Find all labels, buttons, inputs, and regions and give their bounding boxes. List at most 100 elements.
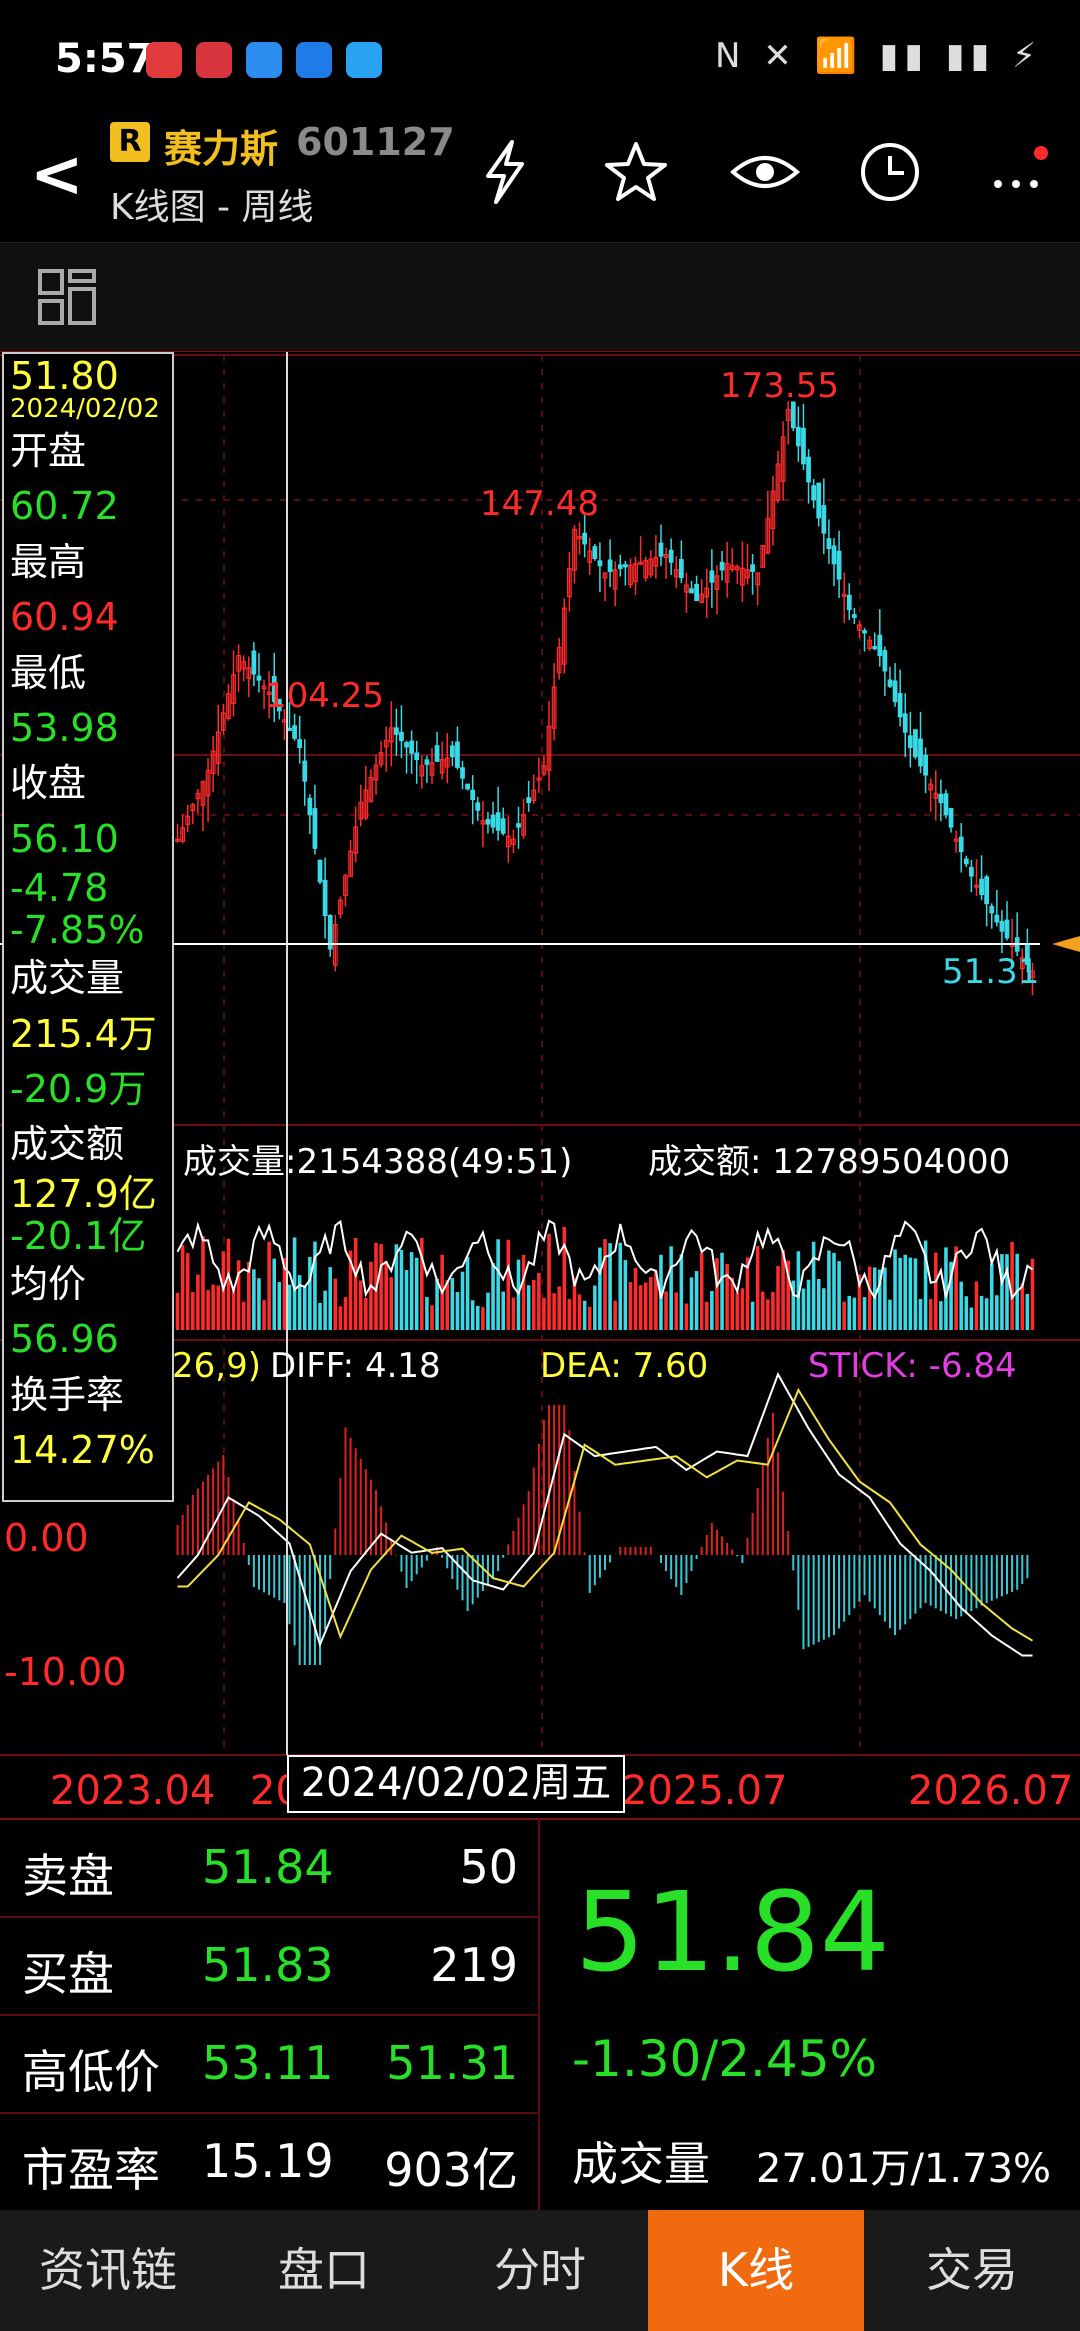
r-badge: R	[110, 122, 150, 162]
volume-bar	[547, 1233, 551, 1330]
app-icon-5	[346, 42, 382, 78]
volume-bar	[689, 1277, 694, 1330]
volume-bar	[766, 1299, 770, 1330]
volume-bar	[995, 1295, 999, 1330]
volume-bar	[674, 1292, 679, 1330]
volume-bar	[903, 1254, 908, 1330]
clock-icon[interactable]	[858, 140, 922, 217]
volume-bar	[669, 1246, 673, 1330]
tab-order-book[interactable]: 盘口	[216, 2210, 432, 2331]
volume-bar	[771, 1291, 775, 1330]
info-open: 60.72	[10, 484, 119, 529]
candle	[393, 727, 399, 735]
candle	[750, 564, 755, 572]
candle	[312, 808, 318, 849]
volume-bar	[226, 1238, 231, 1330]
volume-bar	[506, 1239, 511, 1330]
candle	[485, 818, 491, 825]
app-icon-4	[296, 42, 332, 78]
candle	[897, 693, 903, 718]
info-date: 2024/02/02	[10, 394, 160, 424]
info-amount-label: 成交额	[10, 1122, 125, 1167]
candle	[826, 538, 832, 549]
candle	[470, 789, 476, 801]
pe-label: 市盈率	[22, 2143, 160, 2197]
sell-row[interactable]: 卖盘 51.84 50	[0, 1820, 540, 1918]
candle	[801, 427, 806, 465]
chart-subtitle[interactable]: K线图 - 周线	[110, 178, 314, 230]
volume-bar	[211, 1284, 215, 1330]
volume-bar	[720, 1252, 724, 1330]
clock: 5:57	[55, 36, 155, 82]
candle	[1004, 919, 1010, 939]
volume-bar	[328, 1267, 332, 1330]
volume-bar	[206, 1290, 210, 1330]
volume-bar	[430, 1305, 434, 1330]
info-change: -4.78	[10, 866, 109, 911]
star-icon[interactable]	[604, 140, 668, 217]
candle	[414, 752, 420, 761]
candle	[948, 807, 954, 828]
volume-label: 成交量	[572, 2137, 710, 2191]
info-close-label: 收盘	[10, 761, 87, 806]
volume-bar	[323, 1290, 327, 1330]
volume-bar	[338, 1306, 343, 1330]
volume-bar	[364, 1297, 368, 1330]
candle	[322, 879, 328, 917]
lightning-icon[interactable]	[482, 140, 528, 217]
info-low-label: 最低	[10, 650, 87, 695]
volume-bar	[735, 1292, 740, 1330]
volume-bar	[822, 1288, 826, 1330]
volume-bar	[908, 1257, 913, 1330]
candle	[495, 812, 501, 831]
volume-bar	[842, 1301, 846, 1330]
tab-kline[interactable]: K线	[648, 2210, 864, 2331]
volume-bar	[959, 1281, 963, 1330]
back-icon[interactable]: <	[30, 138, 84, 212]
candle	[816, 482, 822, 519]
volume-bar	[710, 1291, 714, 1330]
volume-bar	[888, 1299, 892, 1330]
info-high: 60.94	[10, 595, 119, 640]
price-change: -1.30/2.45%	[572, 2030, 878, 2088]
label-low-51: 51.31	[942, 952, 1040, 992]
info-turnover-label: 换手率	[10, 1372, 125, 1417]
volume-bar	[801, 1288, 806, 1330]
candle	[923, 754, 928, 776]
candle	[836, 550, 842, 580]
volume-bar	[201, 1235, 205, 1330]
volume-bar	[526, 1285, 531, 1330]
volume-bar	[603, 1239, 607, 1330]
volume-bar	[760, 1291, 765, 1330]
grid-icon[interactable]	[38, 269, 96, 329]
candle	[302, 760, 308, 782]
volume-value: 27.01万/1.73%	[756, 2146, 1052, 2192]
info-open-label: 开盘	[10, 429, 87, 473]
tab-news-chain[interactable]: 资讯链	[0, 2210, 216, 2331]
market-cap: 903亿	[384, 2143, 518, 2197]
sell-label: 卖盘	[22, 1849, 114, 1903]
stock-name: 赛力斯	[164, 127, 279, 171]
volume-bar	[318, 1302, 322, 1330]
volume-bar	[847, 1295, 852, 1330]
volume-bar	[531, 1280, 536, 1330]
tab-trade[interactable]: 交易	[864, 2210, 1080, 2331]
eye-icon[interactable]	[729, 140, 801, 217]
candle	[913, 729, 918, 758]
candle	[526, 797, 532, 804]
volume-bar	[852, 1297, 857, 1330]
tab-intraday[interactable]: 分时	[432, 2210, 648, 2331]
buy-row[interactable]: 买盘 51.83 219	[0, 1918, 540, 2016]
volume-bar	[389, 1277, 394, 1330]
candle	[811, 485, 817, 501]
volume-bar	[694, 1271, 699, 1330]
volume-bar	[277, 1282, 282, 1330]
info-volume-label: 成交量	[10, 956, 125, 1001]
volume-bar	[582, 1300, 587, 1330]
info-avg: 56.96	[10, 1317, 119, 1362]
volume-bar	[241, 1301, 246, 1330]
macd-zero-label: 0.00	[4, 1516, 89, 1560]
volume-bar	[562, 1226, 567, 1330]
volume-bar	[262, 1300, 266, 1330]
candle	[882, 650, 888, 672]
